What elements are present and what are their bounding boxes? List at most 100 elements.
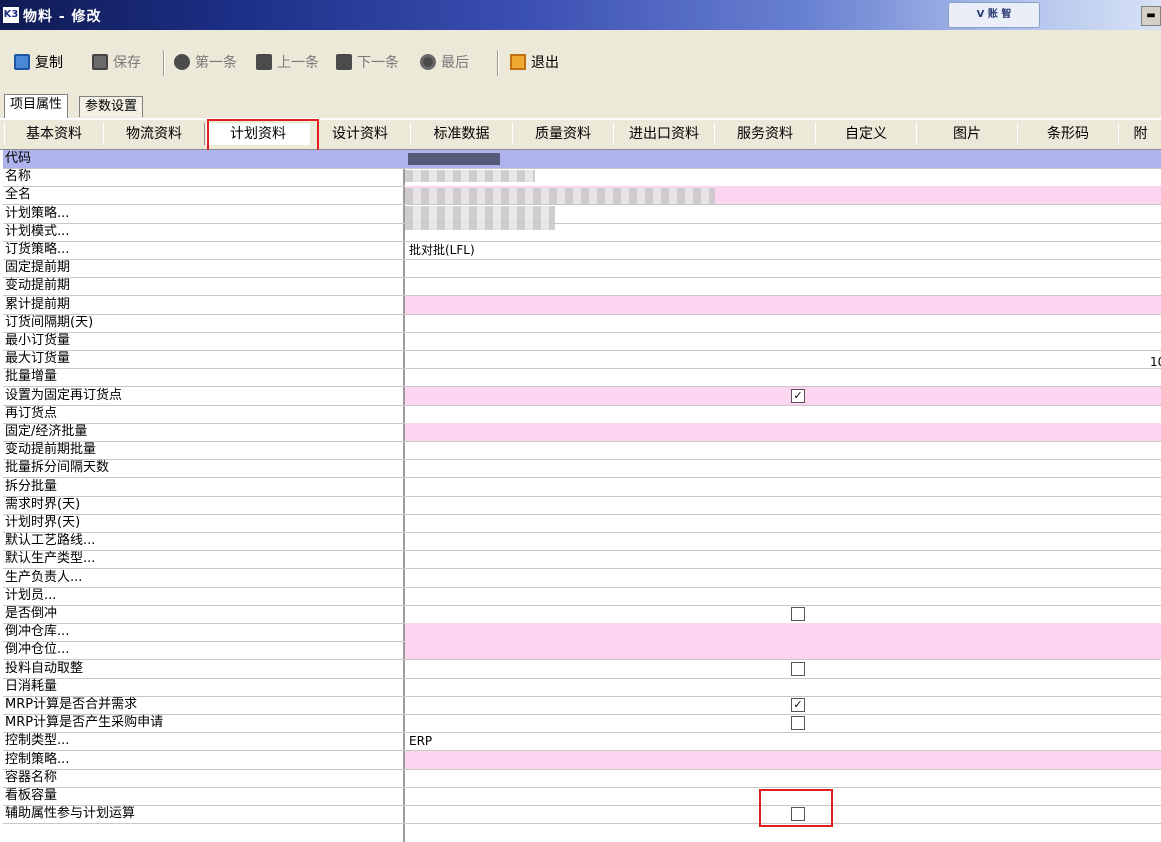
brand-badge[interactable]: V 账 智	[948, 2, 1040, 28]
property-row[interactable]: 是否倒冲	[3, 605, 1161, 624]
first-record-button[interactable]: 第一条	[174, 50, 237, 74]
tab-planning-info[interactable]: 计划资料	[206, 123, 310, 145]
property-row[interactable]: 变动提前期批量	[3, 441, 1161, 461]
first-record-icon	[174, 54, 190, 70]
property-row[interactable]: 名称	[3, 168, 1161, 188]
property-value-field[interactable]	[405, 532, 1161, 550]
property-value-field[interactable]	[405, 714, 1161, 732]
property-row[interactable]: MRP计算是否合并需求	[3, 696, 1161, 715]
last-record-button[interactable]: 最后	[420, 50, 469, 74]
property-row[interactable]: 默认生产类型...	[3, 550, 1161, 570]
property-row[interactable]: 计划模式...	[3, 223, 1161, 242]
property-row[interactable]: 投料自动取整	[3, 660, 1161, 679]
property-row[interactable]: 最小订货量	[3, 332, 1161, 351]
property-row[interactable]: MRP计算是否产生采购申请	[3, 714, 1161, 734]
property-row[interactable]: 设置为固定再订货点	[3, 386, 1161, 406]
tab-images[interactable]: 图片	[916, 123, 1018, 145]
property-value-field[interactable]	[405, 150, 1161, 168]
property-row[interactable]: 看板容量	[3, 787, 1161, 806]
property-value-field[interactable]	[405, 441, 1161, 459]
property-row[interactable]: 控制策略...	[3, 750, 1161, 770]
property-value-field[interactable]	[405, 277, 1161, 295]
property-value-field[interactable]	[405, 769, 1161, 787]
tab-attachment[interactable]: 附	[1118, 123, 1161, 145]
property-row[interactable]: 倒冲仓库...	[3, 623, 1161, 643]
property-value-field[interactable]	[405, 660, 1161, 678]
redacted-strategy-value	[405, 206, 555, 230]
property-checkbox[interactable]	[791, 716, 805, 731]
property-value-field[interactable]	[405, 569, 1161, 587]
property-row[interactable]: 批量拆分间隔天数	[3, 459, 1161, 479]
tab-import-export-info[interactable]: 进出口资料	[613, 123, 715, 145]
property-value-field[interactable]	[405, 350, 1161, 368]
property-row[interactable]: 倒冲仓位...	[3, 641, 1161, 661]
property-value-field[interactable]	[405, 550, 1161, 568]
property-row[interactable]: 最大订货量	[3, 350, 1161, 370]
property-checkbox[interactable]	[791, 698, 805, 712]
property-value-field[interactable]	[405, 423, 1161, 441]
property-row[interactable]: 批量增量	[3, 368, 1161, 388]
property-value-field[interactable]	[405, 623, 1161, 642]
property-value-field[interactable]	[405, 295, 1161, 314]
property-value-field[interactable]	[405, 696, 1161, 714]
property-row[interactable]: 计划员...	[3, 587, 1161, 606]
property-value-field[interactable]	[405, 605, 1161, 623]
property-row[interactable]: 容器名称	[3, 769, 1161, 788]
property-row[interactable]: 生产负责人...	[3, 569, 1161, 588]
property-row[interactable]: 控制类型... ERP	[3, 732, 1161, 752]
exit-button[interactable]: 退出	[510, 50, 559, 74]
property-row[interactable]: 订货间隔期(天)	[3, 314, 1161, 333]
property-value-field[interactable]	[405, 805, 1161, 823]
property-value-field[interactable]	[405, 678, 1161, 696]
property-value-field[interactable]	[405, 386, 1161, 405]
property-value-field[interactable]	[405, 641, 1161, 660]
property-row[interactable]: 计划策略...	[3, 205, 1161, 224]
property-value-field[interactable]	[405, 514, 1161, 532]
tab-design-info[interactable]: 设计资料	[309, 123, 411, 145]
system-menu-icon[interactable]: ▬	[1141, 6, 1161, 26]
property-row[interactable]: 默认工艺路线...	[3, 532, 1161, 552]
property-checkbox[interactable]	[791, 807, 805, 822]
property-value-field[interactable]	[405, 314, 1161, 332]
property-row[interactable]: 变动提前期	[3, 277, 1161, 297]
property-checkbox[interactable]	[791, 388, 805, 403]
tab-logistics-info[interactable]: 物流资料	[103, 123, 205, 145]
property-row[interactable]: 日消耗量	[3, 678, 1161, 697]
property-row[interactable]: 代码	[3, 150, 1161, 169]
tab-item-properties[interactable]: 项目属性	[4, 94, 69, 118]
property-value-field[interactable]: 批对批(LFL)	[405, 241, 1161, 259]
property-row[interactable]: 计划时界(天)	[3, 514, 1161, 533]
property-row[interactable]: 固定/经济批量	[3, 423, 1161, 442]
property-value-field[interactable]	[405, 459, 1161, 477]
tab-basic-info[interactable]: 基本资料	[4, 123, 104, 145]
property-checkbox[interactable]	[791, 661, 805, 676]
tab-barcode[interactable]: 条形码	[1017, 123, 1119, 145]
property-value-field[interactable]	[405, 787, 1161, 805]
property-value-field[interactable]	[405, 259, 1161, 277]
property-row[interactable]: 固定提前期	[3, 259, 1161, 279]
property-row[interactable]: 订货策略... 批对批(LFL)	[3, 241, 1161, 260]
tab-custom[interactable]: 自定义	[815, 123, 917, 145]
property-value-field[interactable]	[405, 332, 1161, 350]
next-record-button[interactable]: 下一条	[336, 50, 399, 74]
property-row[interactable]: 再订货点	[3, 405, 1161, 424]
property-row[interactable]: 拆分批量	[3, 478, 1161, 497]
property-value-field[interactable]	[405, 587, 1161, 605]
property-value-field[interactable]	[405, 368, 1161, 386]
tab-quality-info[interactable]: 质量资料	[512, 123, 614, 145]
property-value-field[interactable]	[405, 496, 1161, 514]
tab-parameter-settings[interactable]: 参数设置	[79, 96, 144, 117]
property-value-field[interactable]	[405, 405, 1161, 423]
property-value-field[interactable]: ERP	[405, 732, 1161, 750]
property-value-field[interactable]	[405, 750, 1161, 769]
tab-standard-data[interactable]: 标准数据	[410, 123, 513, 145]
prev-record-button[interactable]: 上一条	[256, 50, 319, 74]
property-row[interactable]: 辅助属性参与计划运算	[3, 805, 1161, 825]
save-button[interactable]: 保存	[92, 50, 141, 74]
tab-service-info[interactable]: 服务资料	[714, 123, 816, 145]
copy-button[interactable]: 复制	[14, 50, 63, 74]
property-checkbox[interactable]	[791, 607, 805, 621]
property-row[interactable]: 需求时界(天)	[3, 496, 1161, 515]
property-row[interactable]: 累计提前期	[3, 295, 1161, 315]
property-value-field[interactable]	[405, 478, 1161, 496]
